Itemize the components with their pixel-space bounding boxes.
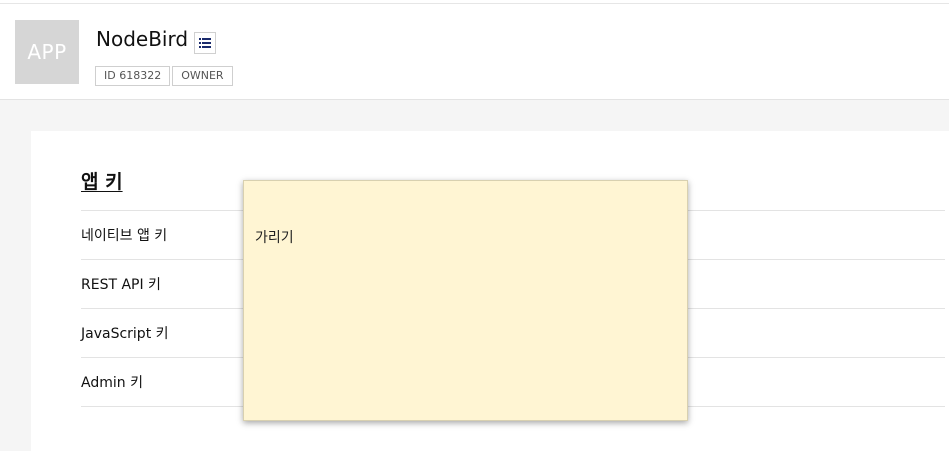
app-badges: ID 618322 OWNER (95, 66, 235, 86)
app-menu-button[interactable] (194, 32, 216, 54)
app-icon-placeholder: APP (15, 20, 79, 84)
list-icon (199, 38, 211, 48)
key-row-label: REST API 키 (81, 277, 161, 293)
role-badge: OWNER (172, 66, 233, 86)
key-row-label: JavaScript 키 (81, 326, 169, 342)
sticky-note-overlay[interactable]: 가리기 (243, 180, 688, 421)
key-row-label: 네이티브 앱 키 (81, 228, 168, 244)
app-header: APP NodeBird ID 618322 OWNER (0, 4, 949, 100)
key-row-label: Admin 키 (81, 375, 143, 391)
section-title: 앱 키 (81, 171, 123, 193)
app-name: NodeBird (96, 27, 189, 51)
app-id-badge: ID 618322 (95, 66, 171, 86)
sticky-note-text: 가리기 (255, 230, 294, 246)
